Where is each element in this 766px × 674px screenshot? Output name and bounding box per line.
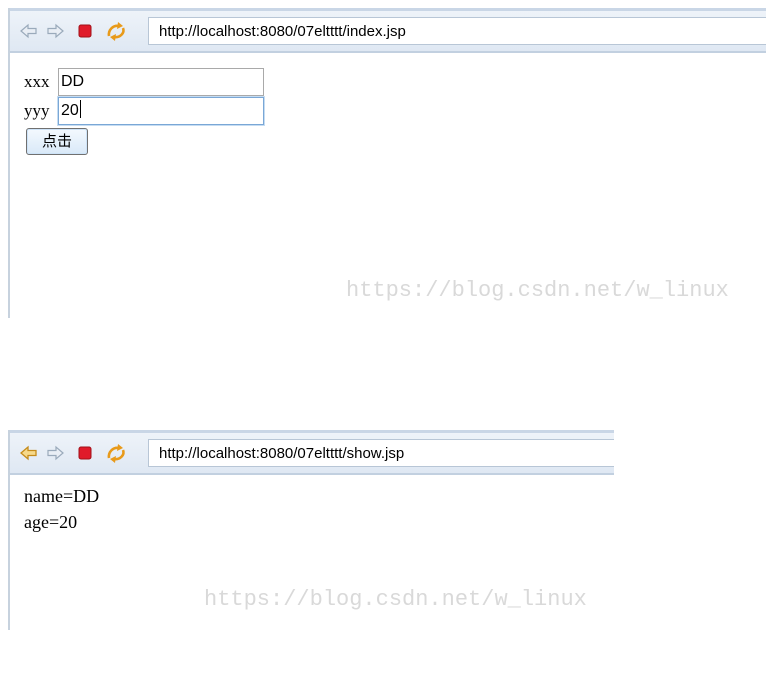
name-output: name=DD	[24, 486, 100, 506]
xxx-input-value: DD	[61, 73, 85, 90]
back-arrow-icon[interactable]	[20, 22, 38, 40]
browser-window-index: http://localhost:8080/07eltttt/index.jsp…	[8, 8, 766, 318]
yyy-input[interactable]: 20	[58, 97, 264, 125]
submit-button[interactable]: 点击	[26, 128, 88, 155]
address-bar[interactable]: http://localhost:8080/07eltttt/show.jsp	[148, 439, 614, 467]
refresh-icon[interactable]	[104, 441, 128, 465]
stop-icon[interactable]	[76, 444, 94, 462]
yyy-label: yyy	[24, 101, 50, 120]
text-caret	[79, 100, 81, 118]
xxx-label: xxx	[24, 72, 50, 91]
xxx-input[interactable]: DD	[58, 68, 264, 96]
refresh-icon[interactable]	[104, 19, 128, 43]
watermark: https://blog.csdn.net/w_linux	[346, 278, 729, 303]
address-bar[interactable]: http://localhost:8080/07eltttt/index.jsp	[148, 17, 766, 45]
age-output: age=20	[24, 512, 78, 532]
back-arrow-icon[interactable]	[20, 444, 38, 462]
yyy-input-value: 20	[61, 102, 79, 119]
browser-toolbar: http://localhost:8080/07eltttt/index.jsp	[10, 11, 766, 53]
watermark: https://blog.csdn.net/w_linux	[204, 587, 587, 612]
browser-window-show: http://localhost:8080/07eltttt/show.jsp …	[8, 430, 614, 630]
forward-arrow-icon[interactable]	[46, 444, 64, 462]
stop-icon[interactable]	[76, 22, 94, 40]
forward-arrow-icon[interactable]	[46, 22, 64, 40]
browser-toolbar: http://localhost:8080/07eltttt/show.jsp	[10, 433, 614, 475]
